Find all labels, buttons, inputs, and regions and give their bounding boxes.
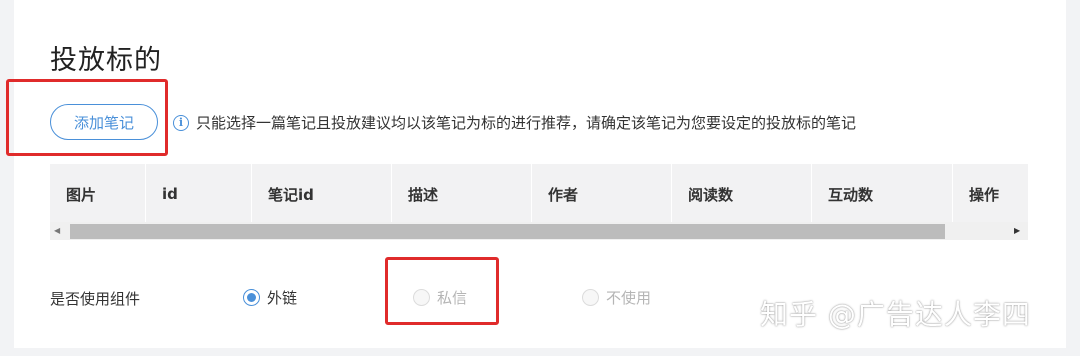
radio-private-message[interactable]: 私信 [413, 287, 467, 308]
column-header-actions: 操作 [969, 185, 1000, 204]
radio-external-link[interactable]: 外链 [243, 287, 297, 308]
info-circle-icon: i [173, 114, 189, 131]
radio-label: 外链 [267, 289, 298, 307]
add-note-button[interactable]: 添加笔记 [50, 104, 158, 140]
column-header-note-id: 笔记id [252, 164, 392, 224]
scrollbar-thumb[interactable] [70, 224, 945, 239]
radio-unchecked-icon [413, 289, 430, 306]
component-label: 是否使用组件 [50, 290, 141, 308]
column-header-image: 图片 [50, 164, 146, 224]
column-header-description: 描述 [392, 164, 532, 224]
scroll-right-arrow-icon[interactable]: ▶ [1014, 226, 1020, 235]
info-text: 只能选择一篇笔记且投放建议均以该笔记为标的进行推荐，请确定该笔记为您要设定的投放… [196, 114, 857, 132]
radio-label: 私信 [437, 289, 468, 307]
column-header-interactions: 互动数 [812, 164, 953, 224]
table-header: 图片 id 笔记id 描述 作者 阅读数 互动数 操作 [50, 164, 1028, 224]
column-header-author: 作者 [532, 164, 672, 224]
radio-unchecked-icon [582, 289, 599, 306]
column-header-id: id [146, 164, 252, 224]
scroll-left-arrow-icon[interactable]: ◀ [54, 226, 60, 235]
info-message: i 只能选择一篇笔记且投放建议均以该笔记为标的进行推荐，请确定该笔记为您要设定的… [173, 112, 856, 133]
section-title: 投放标的 [50, 45, 162, 76]
radio-none[interactable]: 不使用 [582, 287, 651, 308]
column-header-reads: 阅读数 [672, 164, 812, 224]
radio-label: 不使用 [606, 289, 652, 307]
radio-checked-icon [243, 289, 260, 306]
watermark: 知乎 @广告达人李四 [760, 298, 1031, 331]
